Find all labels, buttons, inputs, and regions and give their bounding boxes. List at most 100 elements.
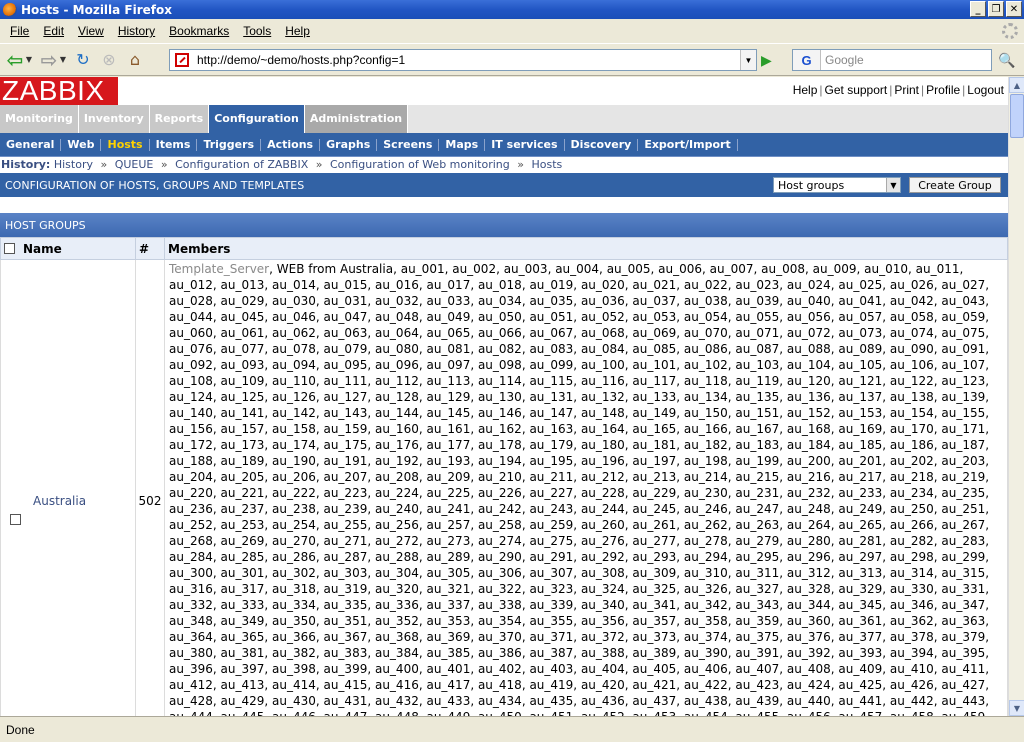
scroll-thumb[interactable] — [1010, 94, 1024, 138]
main-menu-inventory[interactable]: Inventory — [78, 105, 150, 133]
web-member-link[interactable]: WEB from Australia — [277, 262, 393, 276]
chevron-down-icon[interactable]: ▼ — [886, 178, 900, 192]
template-member-link[interactable]: Template_Server — [169, 262, 269, 276]
history-link-queue[interactable]: QUEUE — [115, 158, 154, 171]
sub-menu-it-services[interactable]: IT services — [485, 138, 565, 151]
sub-menu-maps[interactable]: Maps — [439, 138, 486, 151]
history-link-config-web[interactable]: Configuration of Web monitoring — [330, 158, 510, 171]
sub-menu-triggers[interactable]: Triggers — [197, 138, 262, 151]
vertical-scrollbar[interactable]: ▲ ▼ — [1008, 77, 1024, 716]
back-arrow-icon[interactable]: ⇦ — [4, 48, 26, 72]
forward-arrow-icon[interactable]: ⇨ — [38, 48, 60, 72]
breadcrumb-separator-icon: » — [160, 158, 168, 171]
go-arrow-icon[interactable]: ▶ — [761, 53, 779, 69]
members-column-header: Members — [164, 237, 1008, 260]
main-menu-administration[interactable]: Administration — [304, 105, 409, 133]
search-placeholder: Google — [825, 53, 864, 67]
sub-menu-actions[interactable]: Actions — [261, 138, 321, 151]
menu-help[interactable]: Help — [278, 24, 317, 38]
window-controls: _ ❐ ✕ — [970, 1, 1022, 17]
count-column-header: # — [135, 237, 165, 260]
help-link[interactable]: Help — [793, 83, 818, 97]
page-content: ZABBIX Help | Get support | Print | Profile | Lo… — [0, 77, 1008, 716]
view-select[interactable]: Host groups ▼ — [773, 177, 901, 193]
close-button[interactable]: ✕ — [1006, 1, 1022, 17]
main-menu-configuration[interactable]: Configuration — [209, 105, 305, 133]
menu-bookmarks[interactable]: Bookmarks — [162, 24, 236, 38]
url-bar[interactable]: http://demo/~demo/hosts.php?config=1 ▼ — [169, 49, 757, 71]
main-menu-monitoring[interactable]: Monitoring — [0, 105, 79, 133]
sub-menu-screens[interactable]: Screens — [377, 138, 440, 151]
throbber-icon — [1002, 23, 1018, 39]
url-text: http://demo/~demo/hosts.php?config=1 — [197, 53, 406, 67]
status-bar: Done — [0, 716, 1024, 742]
host-member-list[interactable]: au_001, au_002, au_003, au_004, au_005, … — [169, 262, 989, 716]
page-title: CONFIGURATION OF HOSTS, GROUPS AND TEMPL… — [5, 178, 305, 192]
sub-menu-hosts[interactable]: Hosts — [101, 138, 150, 151]
url-dropdown-icon[interactable]: ▼ — [740, 50, 756, 70]
group-name-link[interactable]: Australia — [1, 494, 86, 508]
main-menu-reports[interactable]: Reports — [149, 105, 210, 133]
zabbix-favicon-icon — [175, 53, 189, 67]
profile-link[interactable]: Profile — [926, 83, 960, 97]
create-group-button[interactable]: Create Group — [909, 177, 1001, 193]
menu-history[interactable]: History — [111, 24, 162, 38]
window-titlebar: Hosts - Mozilla Firefox _ ❐ ✕ — [0, 0, 1024, 19]
history-link-config-zabbix[interactable]: Configuration of ZABBIX — [175, 158, 308, 171]
navigation-toolbar: ⇦ ▼ ⇨ ▼ ↻ ⊗ ⌂ http://demo/~demo/hosts.ph… — [0, 43, 1024, 76]
breadcrumb-separator-icon: » — [517, 158, 524, 171]
reload-icon[interactable]: ↻ — [72, 49, 94, 71]
zabbix-header: ZABBIX Help | Get support | Print | Profile | Lo… — [0, 77, 1008, 105]
section-title: HOST GROUPS — [0, 213, 1008, 237]
zabbix-logo: ZABBIX — [0, 77, 118, 105]
search-box[interactable]: G Google — [792, 49, 992, 71]
search-magnifier-icon[interactable]: 🔍 — [995, 51, 1019, 71]
members-cell: Template_Server, WEB from Australia, au_… — [164, 259, 1008, 716]
sub-menu: General Web Hosts Items Triggers Actions… — [0, 133, 1008, 157]
row-checkbox[interactable] — [10, 514, 21, 525]
name-cell: Australia — [0, 259, 136, 716]
breadcrumb-separator-icon: » — [315, 158, 323, 171]
google-engine-icon[interactable]: G — [793, 50, 821, 70]
back-dropdown-icon[interactable]: ▼ — [24, 49, 34, 71]
menu-edit[interactable]: Edit — [36, 24, 71, 38]
scroll-up-icon[interactable]: ▲ — [1009, 77, 1024, 93]
status-text: Done — [6, 722, 35, 737]
breadcrumb: History: History » QUEUE » Configuration… — [0, 158, 1008, 172]
restore-button[interactable]: ❐ — [988, 1, 1004, 17]
forward-dropdown-icon[interactable]: ▼ — [58, 49, 68, 71]
print-link[interactable]: Print — [894, 83, 919, 97]
member-count: 502 — [135, 259, 165, 716]
firefox-icon — [3, 2, 17, 17]
minimize-button[interactable]: _ — [970, 1, 986, 17]
table-header-row: Name # Members — [0, 237, 1008, 260]
sub-menu-graphs[interactable]: Graphs — [320, 138, 378, 151]
menu-bar: File Edit View History Bookmarks Tools H… — [0, 19, 1024, 43]
view-select-value: Host groups — [778, 178, 845, 192]
history-link-hosts[interactable]: Hosts — [531, 158, 562, 171]
sub-menu-web[interactable]: Web — [61, 138, 102, 151]
sub-menu-discovery[interactable]: Discovery — [565, 138, 639, 151]
menu-view[interactable]: View — [71, 24, 111, 38]
menu-file[interactable]: File — [3, 24, 36, 38]
logout-link[interactable]: Logout — [967, 83, 1004, 97]
scroll-down-icon[interactable]: ▼ — [1009, 700, 1024, 716]
history-label: History: — [1, 158, 51, 171]
history-link-history[interactable]: History — [54, 158, 93, 171]
main-menu: Monitoring Inventory Reports Configurati… — [0, 105, 1008, 133]
home-icon[interactable]: ⌂ — [124, 49, 146, 71]
breadcrumb-separator-icon: » — [100, 158, 108, 171]
name-column-header[interactable]: Name — [0, 237, 136, 260]
host-groups-table: Name # Members Australia 502 Template_Se… — [0, 237, 1008, 716]
sub-menu-general[interactable]: General — [0, 138, 62, 151]
table-row: Australia 502 Template_Server, WEB from … — [0, 259, 1008, 716]
get-support-link[interactable]: Get support — [825, 83, 888, 97]
window-title: Hosts - Mozilla Firefox — [21, 2, 173, 17]
stop-icon[interactable]: ⊗ — [98, 49, 120, 71]
menu-tools[interactable]: Tools — [236, 24, 278, 38]
select-all-checkbox[interactable] — [4, 242, 15, 254]
page-title-bar: CONFIGURATION OF HOSTS, GROUPS AND TEMPL… — [0, 173, 1008, 197]
sub-menu-export-import[interactable]: Export/Import — [638, 138, 738, 151]
top-links: Help | Get support | Print | Profile | Logout — [792, 83, 1004, 97]
sub-menu-items[interactable]: Items — [150, 138, 198, 151]
